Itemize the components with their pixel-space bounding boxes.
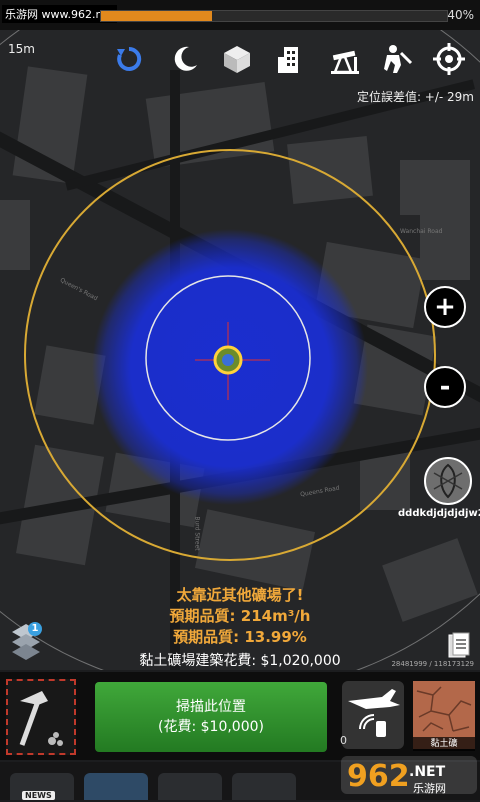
clay-mine-label: 黏土礦 (413, 737, 475, 751)
hammer-icon (19, 691, 63, 746)
expected-quality: 預期品質: 13.99% (173, 628, 307, 646)
map-scale: 15m (8, 42, 35, 56)
proximity-warning: 太靠近其他礦場了! (176, 586, 304, 604)
oil-pump-icon[interactable] (328, 42, 362, 76)
avatar-image (426, 459, 470, 503)
cube-icon[interactable] (220, 42, 254, 76)
brand-text: 962 (347, 759, 410, 794)
crosshair-icon[interactable] (432, 42, 466, 76)
scan-location-button[interactable]: 掃描此位置 (花費: $10,000) (95, 682, 327, 752)
building-icon[interactable] (273, 42, 307, 76)
scan-button-cost: (花費: $10,000) (158, 719, 264, 735)
refresh-icon[interactable] (112, 42, 146, 76)
tool-count: 0 (340, 734, 347, 747)
nav-radar-tab[interactable] (84, 773, 148, 800)
coordinate-readout: 28481999 / 118173129 (391, 660, 474, 668)
status-bar: 乐游网 www.962.net 40% (0, 0, 480, 30)
news-label: NEWS (22, 791, 55, 800)
nav-tab[interactable] (158, 773, 222, 800)
player-dot (222, 354, 234, 366)
scan-overlay (0, 30, 480, 670)
notification-badge: 1 (28, 622, 42, 636)
accuracy-readout: 定位誤差值: +/- 29m (356, 90, 474, 104)
build-mine-button[interactable] (6, 679, 76, 755)
brand-suffix: .NET (409, 764, 446, 780)
brand-sub: 乐游网 (413, 782, 446, 795)
moon-icon[interactable] (168, 42, 202, 76)
username-label: dddkdjdjdjdjw2 (398, 508, 480, 519)
zoom-out-button[interactable]: - (424, 366, 466, 408)
map-view[interactable]: Wanchai Road Queen's Road Queens Road Bu… (0, 30, 480, 670)
progress-label: 40% (447, 8, 474, 22)
brand-logo: 962 .NET 乐游网 (341, 756, 477, 795)
avatar[interactable] (424, 457, 472, 505)
zoom-in-button[interactable]: + (424, 286, 466, 328)
nav-tab[interactable] (232, 773, 296, 800)
worker-icon[interactable] (380, 42, 414, 76)
progress-bar (100, 10, 448, 22)
progress-fill (101, 11, 212, 21)
scan-button-label: 掃描此位置 (176, 699, 246, 715)
scanner-plane-icon (348, 689, 400, 737)
document-icon[interactable] (448, 632, 470, 660)
site-logo: 962 .NET 乐游网 (341, 750, 477, 798)
scanner-tool-card[interactable] (342, 681, 404, 749)
expected-output: 預期品質: 214m³/h (169, 607, 311, 625)
clay-texture (416, 686, 472, 732)
